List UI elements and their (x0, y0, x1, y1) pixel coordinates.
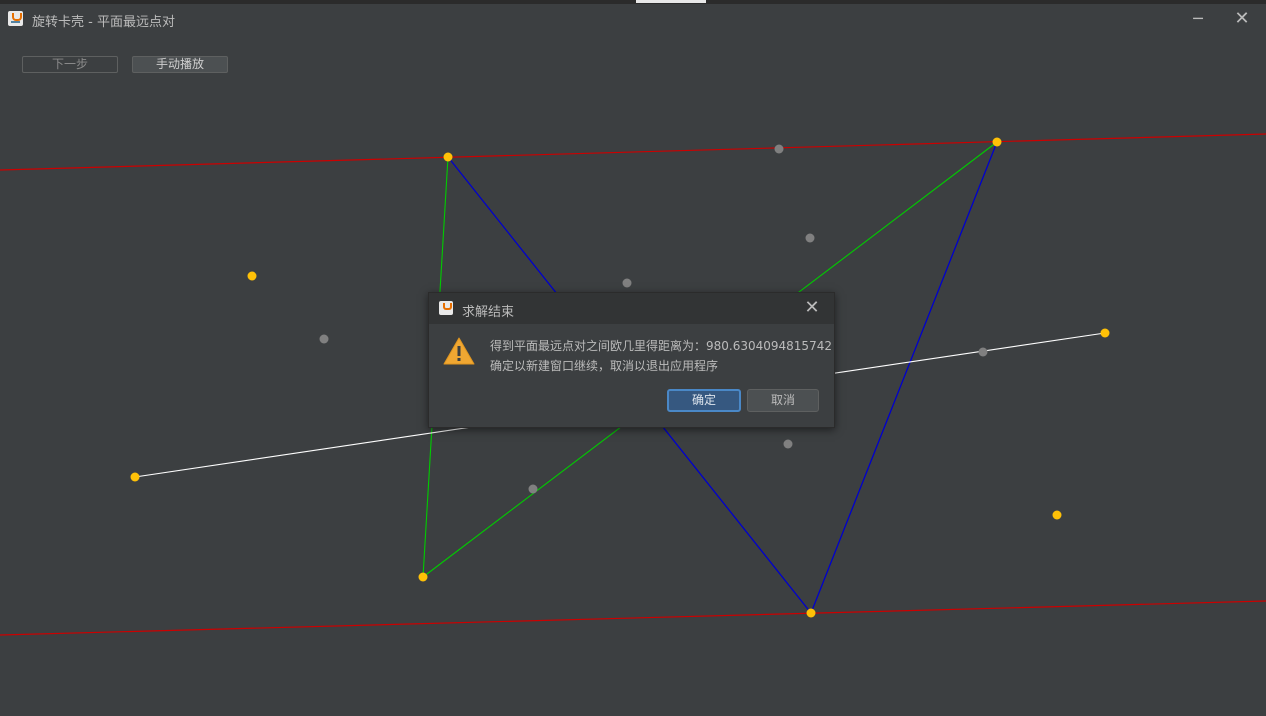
inner-point (783, 439, 793, 449)
dialog-close-button[interactable]: ✕ (799, 297, 825, 319)
dialog-title: 求解结束 (462, 305, 515, 320)
inner-point (319, 334, 329, 344)
next-step-button[interactable]: 下一步 (22, 56, 118, 73)
java-app-icon (8, 11, 23, 26)
inner-point (978, 347, 988, 357)
hull-point (130, 472, 140, 482)
cancel-button[interactable]: 取消 (747, 389, 819, 412)
support-line (0, 133, 1266, 171)
manual-play-button[interactable]: 手动播放 (132, 56, 228, 73)
minimize-button[interactable]: ─ (1183, 8, 1213, 30)
inner-point (622, 278, 632, 288)
dialog-titlebar: 求解结束 ✕ (429, 293, 834, 324)
inner-point (528, 484, 538, 494)
dialog-message-line1: 得到平面最远点对之间欧几里得距离为：980.6304094815742 (490, 339, 832, 353)
hull-point (806, 608, 816, 618)
dialog-message: 得到平面最远点对之间欧几里得距离为：980.6304094815742 确定以新… (490, 336, 832, 376)
hull-point (247, 271, 257, 281)
hull-point (418, 572, 428, 582)
hull-point (992, 137, 1002, 147)
window-title: 旋转卡壳 - 平面最远点对 (32, 15, 175, 30)
hull-point (1052, 510, 1062, 520)
inner-point (774, 144, 784, 154)
result-dialog: 求解结束 ✕ 得到平面最远点对之间欧几里得距离为：980.63040948157… (428, 292, 835, 428)
hull-point (443, 152, 453, 162)
dialog-message-line2: 确定以新建窗口继续，取消以退出应用程序 (490, 359, 719, 373)
hull-point (1100, 328, 1110, 338)
window-titlebar: 旋转卡壳 - 平面最远点对 ─ ✕ (0, 4, 1266, 34)
warning-icon (443, 337, 475, 365)
top-strip-highlight (636, 0, 706, 3)
java-app-icon (439, 301, 453, 315)
ok-button[interactable]: 确定 (667, 389, 741, 412)
support-line (0, 600, 1266, 636)
inner-point (805, 233, 815, 243)
close-window-button[interactable]: ✕ (1227, 8, 1257, 30)
